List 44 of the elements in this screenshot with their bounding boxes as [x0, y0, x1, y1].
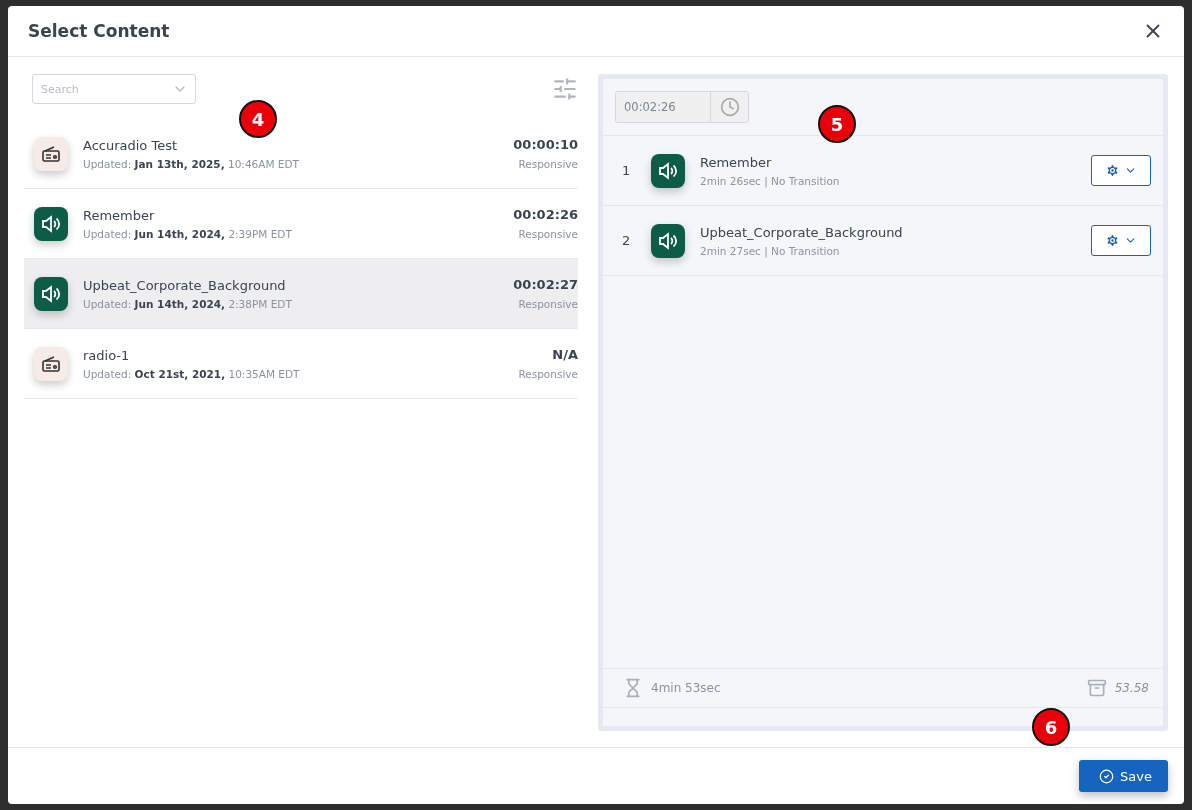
playlist-index: 2: [622, 233, 632, 249]
item-updated: Updated: Jan 13th, 2025, 10:46AM EDT: [83, 157, 300, 170]
callout-marker: 6: [1032, 708, 1070, 746]
item-name: radio-1: [83, 347, 131, 363]
item-duration: 00:00:10: [513, 137, 578, 153]
item-updated: Updated: Jun 14th, 2024, 2:39PM EDT: [83, 227, 293, 240]
item-duration: 00:02:27: [513, 277, 578, 293]
storage-icon: [1086, 678, 1107, 699]
item-updated: Updated: Oct 21st, 2021, 10:35AM EDT: [83, 367, 301, 380]
item-mode: Responsive: [518, 158, 578, 171]
settings-icon: [1105, 163, 1120, 179]
content-item[interactable]: Upbeat_Corporate_Background Updated: Jun 14th, 2024, 2:38PM EDT 00:02:27 Responsive: [24, 259, 578, 330]
item-updated: Updated: Jun 14th, 2024, 2:38PM EDT: [83, 297, 293, 310]
total-duration: 4min 53sec: [651, 681, 721, 696]
item-mode: Responsive: [518, 368, 578, 381]
speaker-icon: [658, 231, 678, 250]
search-field[interactable]: Search: [32, 74, 196, 105]
hourglass-icon: [623, 678, 643, 699]
playlist-item-name: Remember: [700, 154, 773, 170]
item-duration: 00:02:26: [513, 207, 578, 223]
speaker-icon: [658, 161, 678, 180]
playlist-index: 1: [622, 163, 632, 179]
radio-icon: [42, 145, 60, 162]
total-size: 53.58: [1114, 681, 1149, 696]
item-name: Upbeat_Corporate_Background: [83, 277, 287, 293]
settings-dropdown-button[interactable]: [1091, 225, 1151, 257]
item-duration: N/A: [552, 347, 578, 363]
clock-icon: [719, 97, 740, 118]
playlist-item-name: Upbeat_Corporate_Background: [700, 224, 904, 240]
speaker-icon: [41, 284, 61, 303]
item-name: Remember: [83, 207, 156, 223]
item-mode: Responsive: [518, 228, 578, 241]
item-name: Accuradio Test: [83, 137, 179, 153]
settings-dropdown-button[interactable]: [1091, 155, 1151, 187]
save-button[interactable]: Save: [1079, 760, 1168, 793]
callout-marker: 4: [239, 100, 277, 138]
speaker-icon: [41, 214, 61, 233]
playlist-item-details: 2min 26sec | No Transition: [700, 174, 841, 187]
radio-icon: [42, 355, 60, 372]
check-circle-icon: [1099, 768, 1115, 784]
settings-icon: [1105, 233, 1120, 249]
playlist-item-details: 2min 27sec | No Transition: [700, 244, 841, 257]
item-mode: Responsive: [518, 298, 578, 311]
dialog-title: Select Content: [28, 21, 170, 42]
